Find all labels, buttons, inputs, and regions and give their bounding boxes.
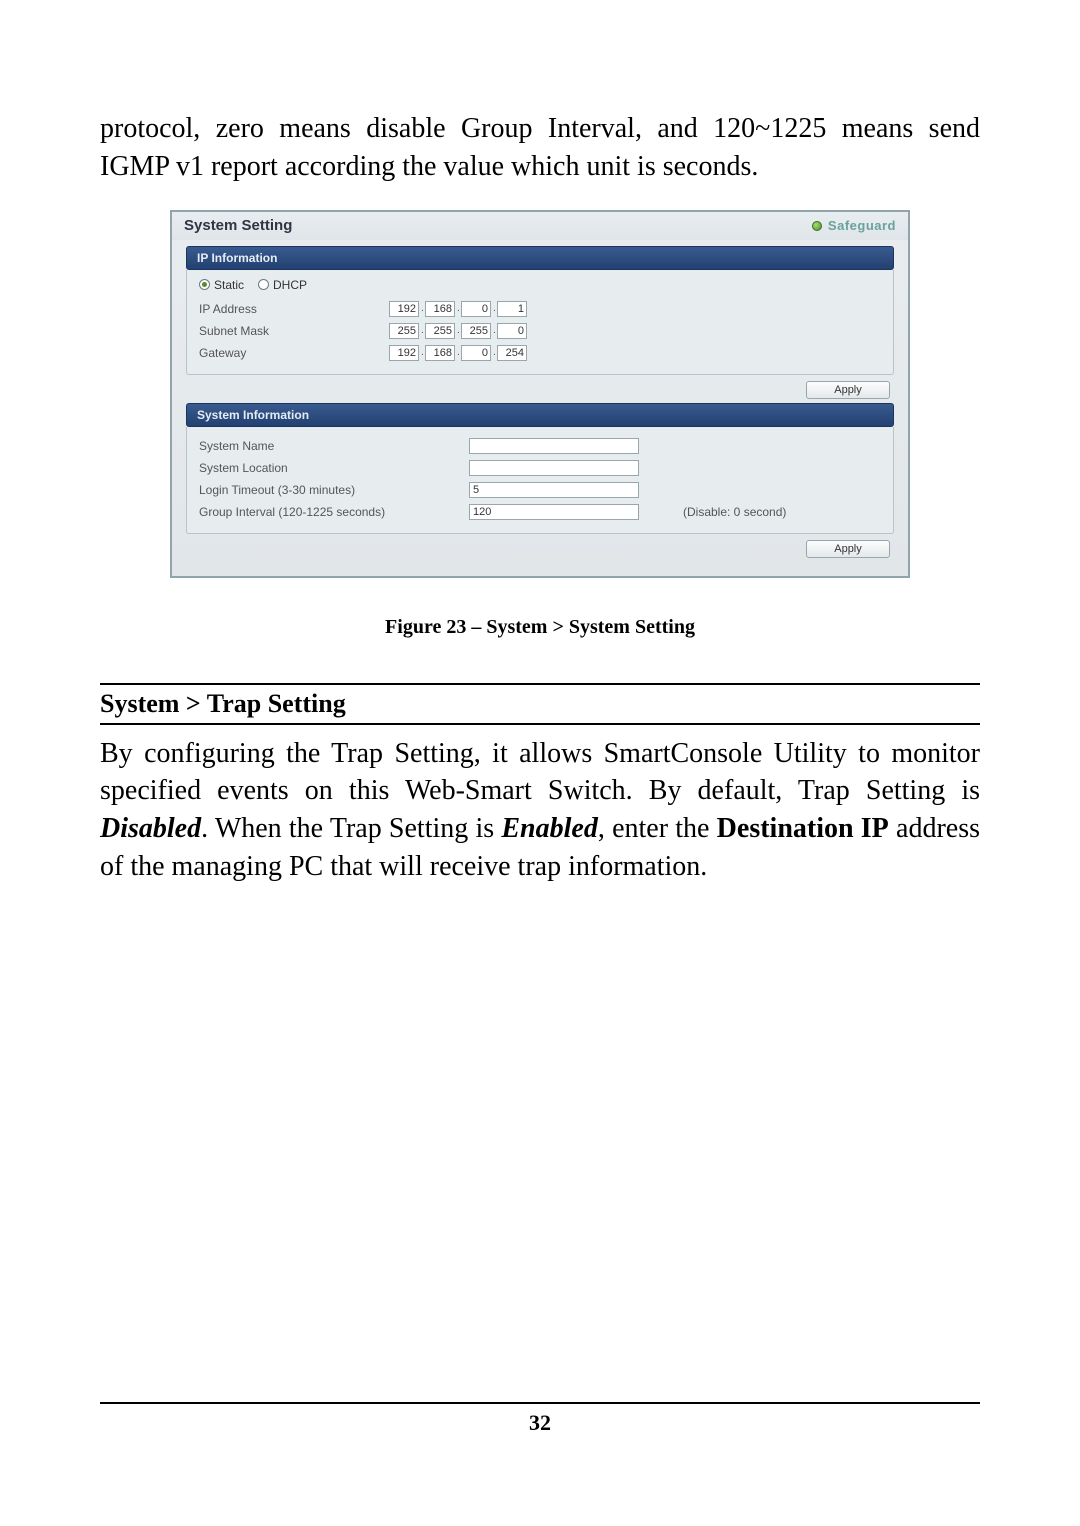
group-interval-note: (Disable: 0 second) [683,505,786,519]
para-text: . When the Trap Setting is [201,813,501,844]
ip-octet-3[interactable]: 0 [461,301,491,317]
login-timeout-input[interactable]: 5 [469,482,639,498]
radio-static[interactable]: Static [199,278,244,292]
gw-octet-2[interactable]: 168 [425,345,455,361]
radio-dot-icon [258,279,269,290]
radio-dhcp[interactable]: DHCP [258,278,307,292]
top-paragraph-fragment: protocol, zero means disable Group Inter… [100,110,980,186]
system-name-input[interactable] [469,438,639,454]
para-text: , enter the [598,813,717,844]
gw-octet-4[interactable]: 254 [497,345,527,361]
section-heading-bar: System > Trap Setting [100,683,980,725]
para-text: By configuring the Trap Setting, it allo… [100,738,980,807]
mask-octet-2[interactable]: 255 [425,323,455,339]
para-enabled: Enabled [501,813,597,844]
safeguard-indicator: Safeguard [812,218,896,233]
system-location-label: System Location [199,461,469,475]
group-interval-input[interactable]: 120 [469,504,639,520]
ip-octet-4[interactable]: 1 [497,301,527,317]
figure-caption: Figure 23 – System > System Setting [100,616,980,639]
ip-octet-2[interactable]: 168 [425,301,455,317]
ip-octet-1[interactable]: 192 [389,301,419,317]
system-name-label: System Name [199,439,469,453]
login-timeout-label: Login Timeout (3-30 minutes) [199,483,469,497]
radio-static-label: Static [214,278,244,292]
panel-title: System Setting [184,217,292,234]
gateway-label: Gateway [199,346,389,360]
para-destination-ip: Destination IP [717,813,889,844]
gw-octet-3[interactable]: 0 [461,345,491,361]
apply-button-sysinfo[interactable]: Apply [806,540,890,558]
group-interval-label: Group Interval (120-1225 seconds) [199,505,469,519]
mask-octet-3[interactable]: 255 [461,323,491,339]
ip-information-header: IP Information [186,246,894,270]
radio-dhcp-label: DHCP [273,278,307,292]
page-number: 32 [529,1410,551,1435]
safeguard-label: Safeguard [828,218,896,233]
system-information-header: System Information [186,403,894,427]
trap-setting-paragraph: By configuring the Trap Setting, it allo… [100,735,980,886]
system-location-input[interactable] [469,460,639,476]
safeguard-dot-icon [812,221,822,231]
footer-rule [100,1402,980,1404]
section-heading: System > Trap Setting [100,689,346,718]
page-footer: 32 [100,1402,980,1436]
mask-octet-4[interactable]: 0 [497,323,527,339]
subnet-mask-label: Subnet Mask [199,324,389,338]
mask-octet-1[interactable]: 255 [389,323,419,339]
ip-address-label: IP Address [199,302,389,316]
gw-octet-1[interactable]: 192 [389,345,419,361]
para-disabled: Disabled [100,813,201,844]
radio-dot-icon [199,279,210,290]
system-setting-screenshot: System Setting Safeguard IP Information … [170,210,910,578]
apply-button-ip[interactable]: Apply [806,381,890,399]
